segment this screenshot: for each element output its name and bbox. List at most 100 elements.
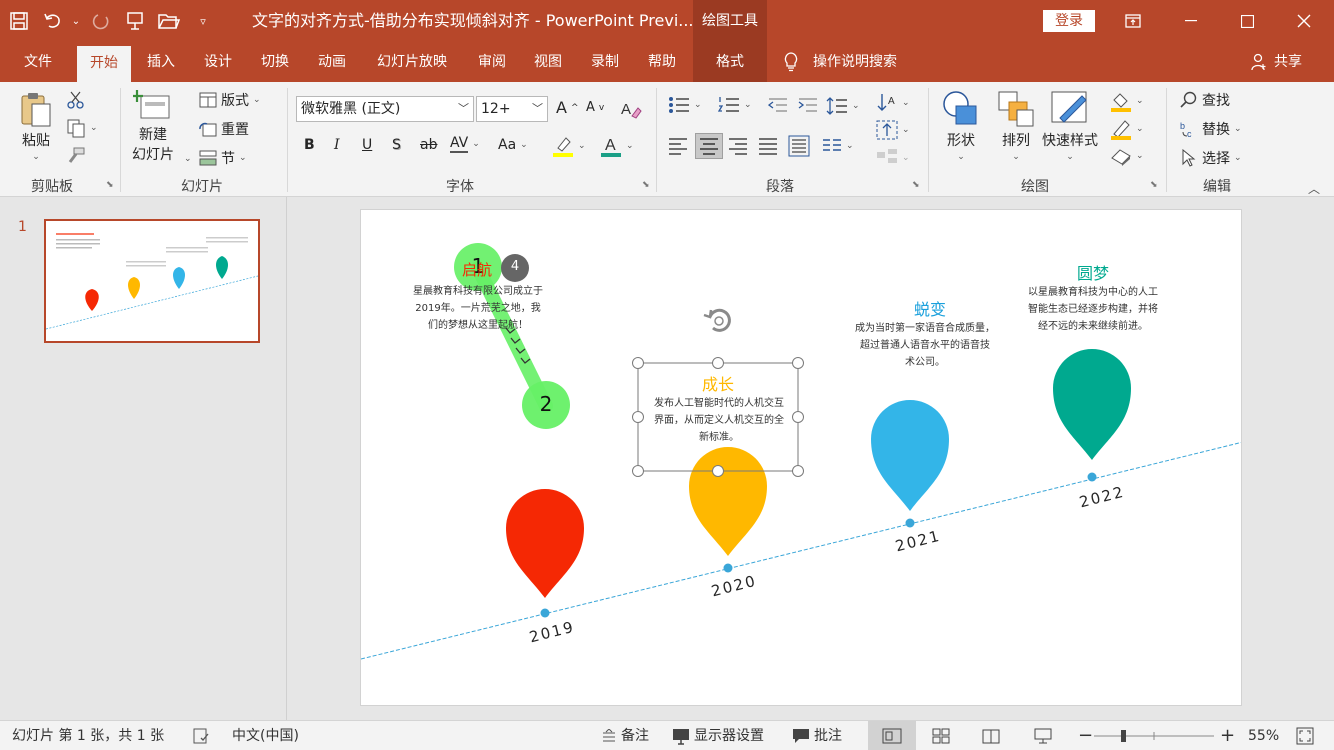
comments-button[interactable]: 批注 bbox=[792, 721, 842, 750]
slideshow-view-button[interactable] bbox=[1034, 721, 1052, 750]
milestone-title-2021[interactable]: 蜕变 bbox=[900, 296, 960, 320]
notes-button[interactable]: 备注 bbox=[601, 721, 649, 750]
close-icon[interactable] bbox=[1276, 0, 1332, 42]
tab-file[interactable]: 文件 bbox=[10, 42, 66, 82]
normal-view-button[interactable] bbox=[868, 721, 916, 750]
shape-outline-button[interactable]: ⌄ bbox=[1110, 118, 1144, 140]
display-settings-button[interactable]: 显示器设置 bbox=[672, 721, 764, 750]
tab-review[interactable]: 审阅 bbox=[466, 42, 518, 82]
undo-icon[interactable] bbox=[38, 0, 68, 42]
cut-button[interactable] bbox=[66, 90, 86, 110]
font-color-button[interactable]: A ⌄ bbox=[600, 134, 634, 158]
open-folder-icon[interactable] bbox=[152, 0, 186, 42]
character-spacing-button[interactable]: AV ⌄ bbox=[450, 135, 480, 153]
clear-formatting-button[interactable]: A bbox=[620, 98, 642, 120]
zoom-out-button[interactable]: − bbox=[1078, 721, 1093, 750]
undo-dropdown-icon[interactable]: ⌄ bbox=[68, 0, 84, 42]
italic-button[interactable]: I bbox=[334, 137, 340, 153]
quick-styles-button[interactable]: 快速样式 ⌄ bbox=[1042, 90, 1098, 162]
convert-smartart-button[interactable]: ⌄ bbox=[876, 148, 910, 168]
arrange-button[interactable]: 排列 ⌄ bbox=[997, 90, 1035, 162]
slide-canvas[interactable]: 1 2 4 启航 星晨教育科技有限公司成立于 2019年。一片荒芜之地，我 们的… bbox=[360, 209, 1242, 706]
justify-button[interactable] bbox=[758, 137, 778, 155]
bold-button[interactable]: B bbox=[304, 137, 315, 153]
shape-effects-button[interactable]: ⌄ bbox=[1110, 146, 1144, 166]
reset-button[interactable]: 重置 bbox=[199, 119, 249, 139]
align-right-button[interactable] bbox=[728, 137, 748, 155]
copy-dropdown-icon[interactable]: ⌄ bbox=[90, 123, 98, 133]
strikethrough-button[interactable]: ab bbox=[420, 137, 437, 153]
new-slide-dropdown-icon[interactable]: ⌄ bbox=[184, 154, 192, 164]
shrink-font-button[interactable]: Av bbox=[586, 100, 604, 115]
reading-view-button[interactable] bbox=[982, 721, 1000, 750]
tab-insert[interactable]: 插入 bbox=[135, 42, 187, 82]
tab-transitions[interactable]: 切换 bbox=[249, 42, 301, 82]
milestone-title-2019[interactable]: 启航 bbox=[451, 259, 503, 280]
slide-sorter-view-button[interactable] bbox=[932, 721, 950, 750]
align-text-button[interactable]: ⌄ bbox=[876, 120, 910, 140]
tab-animations[interactable]: 动画 bbox=[306, 42, 358, 82]
paste-button[interactable]: 粘贴 ⌄ bbox=[18, 90, 54, 162]
clipboard-launcher-icon[interactable]: ⬊ bbox=[106, 180, 114, 190]
language-status[interactable]: 中文(中国) bbox=[232, 721, 299, 750]
ribbon-display-options-icon[interactable] bbox=[1105, 0, 1161, 42]
shapes-button[interactable]: 形状 ⌄ bbox=[942, 90, 980, 162]
format-painter-button[interactable] bbox=[66, 146, 86, 166]
replace-button[interactable]: bc 替换 ⌄ bbox=[1180, 119, 1242, 139]
milestone-desc-2021[interactable]: 成为当时第一家语音合成质量， 超过普通人语音水平的语音技 术公司。 bbox=[849, 320, 1001, 371]
tell-me-search[interactable]: 操作说明搜索 bbox=[783, 42, 897, 82]
milestone-desc-2022[interactable]: 以星晨教育科技为中心的人工 智能生态已经逐步构建，并将 经不远的未来继续前进。 bbox=[1015, 284, 1171, 335]
tab-slideshow[interactable]: 幻灯片放映 bbox=[364, 42, 460, 82]
numbering-button[interactable]: ⌄ bbox=[718, 96, 752, 114]
tab-format[interactable]: 格式 bbox=[693, 42, 767, 82]
shape-fill-button[interactable]: ⌄ bbox=[1110, 90, 1144, 112]
present-from-start-icon[interactable] bbox=[118, 0, 152, 42]
grow-font-button[interactable]: A ^ bbox=[556, 98, 579, 117]
minimize-icon[interactable] bbox=[1163, 0, 1219, 42]
redo-icon[interactable] bbox=[84, 0, 118, 42]
bullets-button[interactable]: ⌄ bbox=[668, 96, 702, 114]
slide-thumbnail[interactable] bbox=[44, 219, 260, 343]
share-button[interactable]: 共享 bbox=[1250, 42, 1302, 82]
columns-button[interactable]: ⌄ bbox=[822, 137, 854, 155]
underline-button[interactable]: U bbox=[362, 137, 372, 153]
accessibility-icon[interactable] bbox=[192, 721, 210, 750]
maximize-icon[interactable] bbox=[1219, 0, 1275, 42]
paragraph-launcher-icon[interactable]: ⬊ bbox=[912, 180, 920, 190]
select-button[interactable]: 选择 ⌄ bbox=[1180, 148, 1242, 168]
highlight-color-button[interactable]: ⌄ bbox=[552, 134, 586, 158]
layout-button[interactable]: 版式 ⌄ bbox=[199, 90, 261, 110]
line-spacing-button[interactable]: ⌄ bbox=[826, 96, 860, 116]
fit-slide-button[interactable] bbox=[1296, 721, 1314, 750]
drawing-launcher-icon[interactable]: ⬊ bbox=[1150, 180, 1158, 190]
customize-qat-icon[interactable]: ▿ bbox=[186, 0, 220, 42]
login-button[interactable]: 登录 bbox=[1043, 10, 1095, 32]
find-button[interactable]: 查找 bbox=[1180, 90, 1230, 110]
zoom-slider[interactable] bbox=[1094, 721, 1214, 750]
align-left-button[interactable] bbox=[668, 137, 688, 155]
copy-button[interactable]: ⌄ bbox=[66, 118, 98, 138]
tab-home[interactable]: 开始 bbox=[77, 46, 131, 82]
tab-help[interactable]: 帮助 bbox=[636, 42, 688, 82]
tab-design[interactable]: 设计 bbox=[192, 42, 244, 82]
tab-record[interactable]: 录制 bbox=[579, 42, 631, 82]
increase-indent-button[interactable] bbox=[798, 96, 818, 114]
text-direction-button[interactable]: A ⌄ bbox=[876, 92, 910, 114]
change-case-button[interactable]: Aa ⌄ bbox=[498, 137, 528, 153]
font-size-select[interactable]: 12+ ﹀ bbox=[476, 96, 548, 122]
paste-dropdown-icon[interactable]: ⌄ bbox=[32, 152, 40, 162]
collapse-ribbon-icon[interactable]: ︿ bbox=[1308, 180, 1320, 197]
milestone-desc-2019[interactable]: 星晨教育科技有限公司成立于 2019年。一片荒芜之地，我 们的梦想从这里起航！ bbox=[395, 283, 561, 334]
shadow-button[interactable]: S bbox=[392, 137, 401, 153]
font-launcher-icon[interactable]: ⬊ bbox=[642, 180, 650, 190]
font-name-select[interactable]: 微软雅黑 (正文) ﹀ bbox=[296, 96, 474, 122]
decrease-indent-button[interactable] bbox=[768, 96, 788, 114]
milestone-desc-2020[interactable]: 发布人工智能时代的人机交互 界面，从而定义人机交互的全 新标准。 bbox=[643, 395, 795, 446]
zoom-level[interactable]: 55% bbox=[1248, 721, 1279, 750]
milestone-title-2022[interactable]: 圆梦 bbox=[1063, 260, 1123, 284]
distributed-button[interactable] bbox=[788, 135, 810, 157]
save-icon[interactable] bbox=[0, 0, 38, 42]
section-button[interactable]: 节 ⌄ bbox=[199, 148, 247, 168]
new-slide-button[interactable]: 新建 幻灯片 bbox=[132, 88, 174, 164]
milestone-title-2020[interactable]: 成长 bbox=[688, 371, 748, 395]
